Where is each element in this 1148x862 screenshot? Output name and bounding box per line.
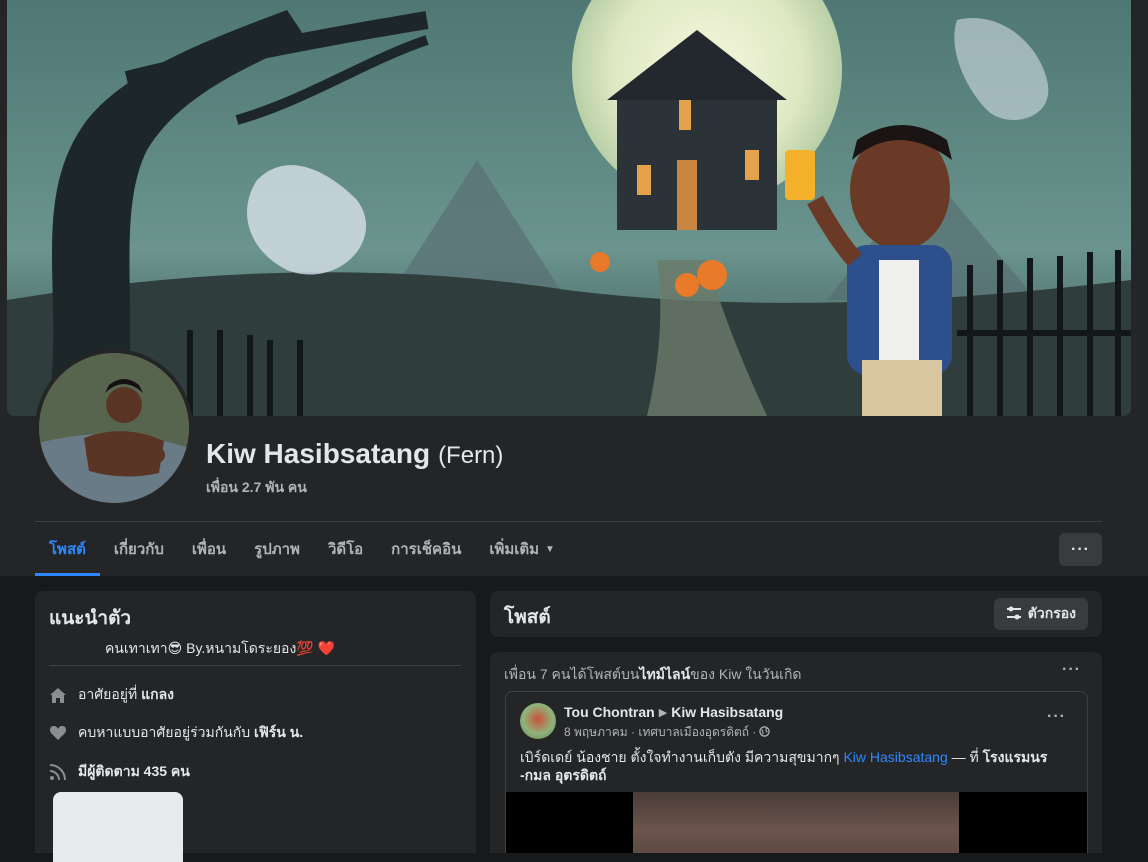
summary-suffix: ของ Kiw ในวันเกิด [690,666,802,682]
post-author[interactable]: Tou Chontran [564,704,655,720]
friends-count[interactable]: เพื่อน 2.7 พัน คน [206,477,307,499]
post-media[interactable] [506,792,1087,853]
cover-illustration [7,0,1131,416]
sliders-icon [1006,605,1022,624]
relationship-prefix: คบหาแบบอาศัยอยู่ร่วมกันกับ [78,724,251,740]
tab-more[interactable]: เพิ่มเติม ▼ [475,523,569,575]
tab-more-label: เพิ่มเติม [489,541,540,558]
filter-label: ตัวกรอง [1027,605,1076,621]
intro-divider [49,665,461,666]
tab-about-label: เกี่ยวกับ [113,541,164,558]
post: Tou Chontran ▶ Kiw Hasibsatang 8 พฤษภาคม… [505,691,1088,853]
post-photo [633,792,959,853]
intro-title: แนะนำตัว [49,608,132,629]
profile-more-button[interactable]: ··· [1059,533,1102,566]
post-text: เบิร์ดเดย์ น้องชาย ตั้งใจทำงานเก็บตัง มี… [520,748,1076,784]
feed-summary: เพื่อน 7 คนได้โพสต์บนไทม์ไลน์ของ Kiw ในว… [504,664,802,686]
profile-header: Kiw Hasibsatang (Fern) เพื่อน 2.7 พัน คน… [0,0,1148,576]
tab-checkins[interactable]: การเช็คอิน [377,523,475,575]
summary-prefix: เพื่อน 7 คนได้โพสต์บน [504,666,640,682]
tab-photos-label: รูปภาพ [254,541,300,558]
info-relationship: คบหาแบบอาศัยอยู่ร่วมกันกับ เฟิร์น น. [48,722,303,744]
post-text-at: — ที่ [951,749,979,765]
post-mention-link[interactable]: Kiw Hasibsatang [843,749,947,765]
posts-header-card: โพสต์ ตัวกรอง [490,591,1102,637]
info-followers: มีผู้ติดตาม 435 คน [48,761,190,783]
post-text-body: เบิร์ดเดย์ น้องชาย ตั้งใจทำงานเก็บตัง มี… [520,749,840,765]
ellipsis-icon: ··· [1071,540,1090,558]
tab-friends[interactable]: เพื่อน [178,523,240,575]
profile-photo [39,353,189,503]
followers-count[interactable]: มีผู้ติดตาม 435 คน [78,761,190,783]
tab-posts-label: โพสต์ [49,541,86,558]
birthday-posts-card: เพื่อน 7 คนได้โพสต์บนไทม์ไลน์ของ Kiw ในว… [490,652,1102,853]
post-meta-text[interactable]: 8 พฤษภาคม · เทศบาลเมืองอุดรดิตถ์ · [564,723,756,742]
lives-prefix: อาศัยอยู่ที่ [78,686,138,702]
post-meta: 8 พฤษภาคม · เทศบาลเมืองอุดรดิตถ์ · [564,723,771,742]
cover-photo[interactable] [7,0,1131,416]
heart-icon [48,723,68,743]
post-author-line: Tou Chontran ▶ Kiw Hasibsatang [564,704,783,720]
profile-alt-name: (Fern) [438,442,504,469]
info-lives-in: อาศัยอยู่ที่ แกลง [48,684,174,706]
profile-picture[interactable] [35,349,193,507]
featured-photo[interactable] [53,792,183,862]
home-icon [48,685,68,705]
post-author-avatar[interactable] [520,703,556,739]
tab-posts[interactable]: โพสต์ [35,523,100,576]
lives-place-link[interactable]: แกลง [141,686,174,702]
post-options-icon[interactable]: ··· [1047,708,1066,726]
summary-timeline[interactable]: ไทม์ไลน์ [639,666,690,682]
triangle-right-icon: ▶ [658,706,668,719]
tab-friends-label: เพื่อน [191,541,227,558]
rss-icon [48,762,68,782]
posts-title: โพสต์ [504,607,551,628]
feed-options-icon[interactable]: ··· [1062,661,1081,679]
tab-videos[interactable]: วิดีโอ [314,523,377,575]
header-divider [35,521,1102,522]
profile-name-row: Kiw Hasibsatang (Fern) [206,438,503,470]
intro-bio: คนเทาเทา😎 By.หนามโดระยอง💯 ❤️ [104,640,336,656]
caret-down-icon: ▼ [545,543,555,555]
tab-photos[interactable]: รูปภาพ [240,523,314,575]
filter-button[interactable]: ตัวกรอง [993,598,1088,630]
intro-card: แนะนำตัว อาศัยอยู่ที่ แกลง คบหาแบบอาศัยอ… [35,591,476,862]
relationship-partner-link[interactable]: เฟิร์น น. [254,724,303,740]
tab-videos-label: วิดีโอ [327,541,364,558]
profile-name: Kiw Hasibsatang [206,438,431,469]
tab-checkins-label: การเช็คอิน [391,541,462,558]
globe-icon [759,725,771,740]
tab-about[interactable]: เกี่ยวกับ [100,523,178,575]
post-target[interactable]: Kiw Hasibsatang [671,704,783,720]
profile-tabs: โพสต์ เกี่ยวกับ เพื่อน รูปภาพ วิดีโอ การ… [35,523,569,576]
